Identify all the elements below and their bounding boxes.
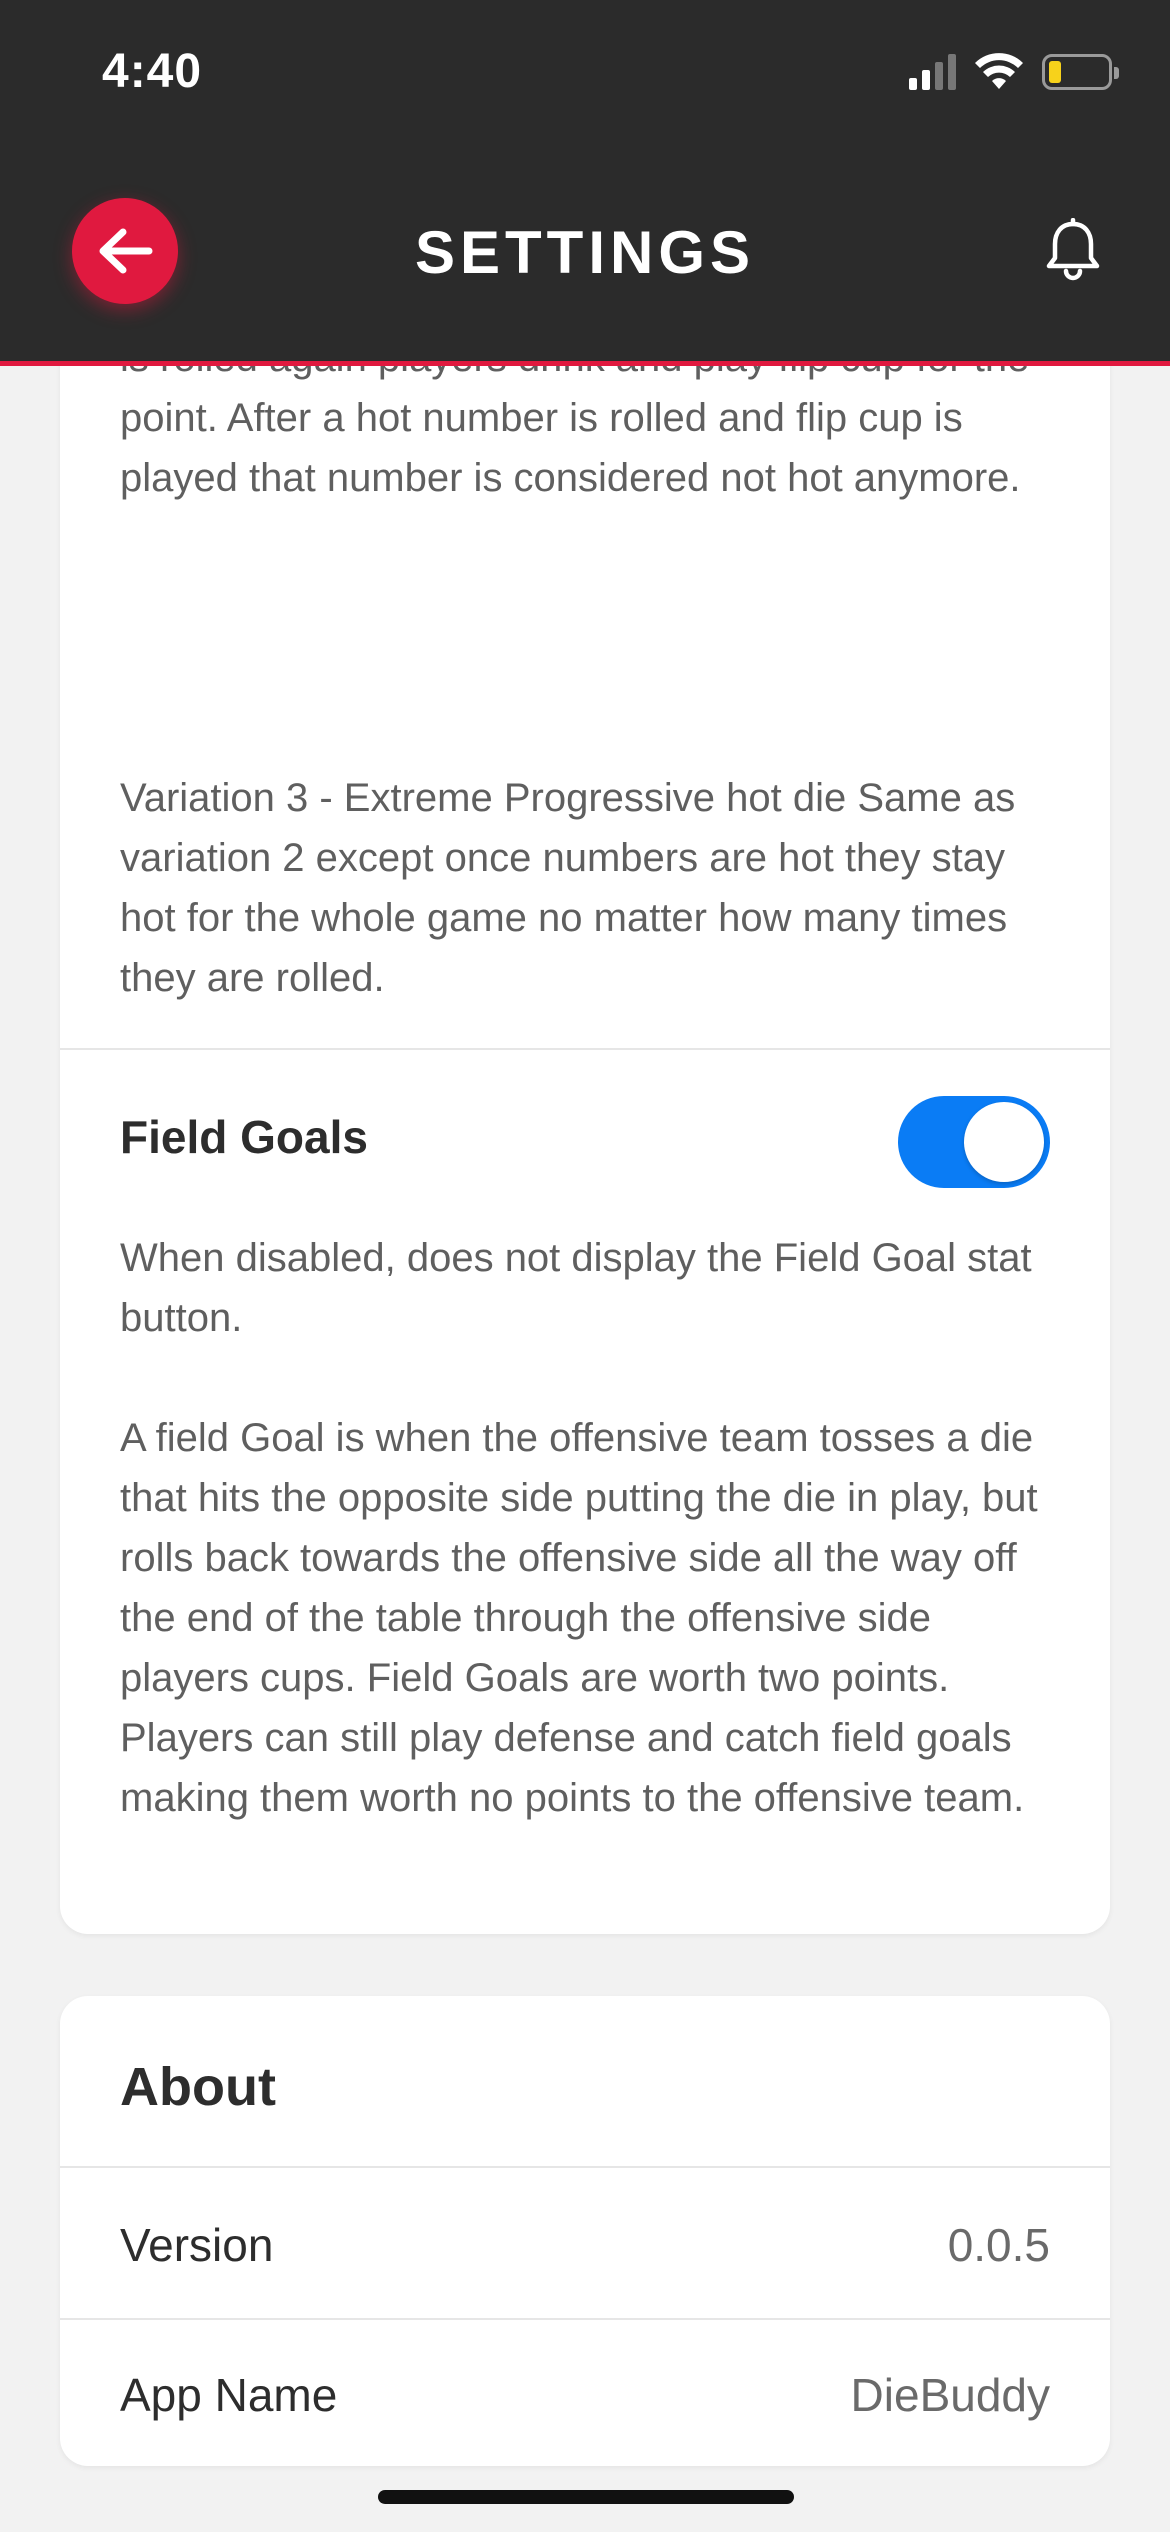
field-goals-title: Field Goals [120, 1111, 368, 1163]
wifi-icon [975, 53, 1023, 89]
field-goals-toggle[interactable] [898, 1096, 1050, 1188]
status-time: 4:40 [102, 45, 203, 98]
divider [60, 2318, 1110, 2320]
field-goals-description: When disabled, does not display the Fiel… [120, 1236, 1032, 1340]
app-name-label: App Name [120, 2369, 338, 2421]
about-title: About [120, 2057, 276, 2117]
battery-icon [1042, 54, 1119, 90]
game-settings-card: 4 always starts hot but if the die roles… [60, 216, 1110, 1934]
divider [60, 2166, 1110, 2168]
version-value: 0.0.5 [947, 2219, 1050, 2271]
status-icons [909, 52, 1119, 92]
app-name-value: DieBuddy [850, 2369, 1050, 2421]
home-indicator[interactable] [378, 2490, 794, 2504]
version-label: Version [120, 2219, 274, 2271]
divider [60, 1048, 1110, 1050]
bell-icon[interactable] [1042, 218, 1104, 284]
cellular-signal-icon [909, 54, 956, 90]
app-header: 4:40 SETTINGS [0, 0, 1170, 366]
toggle-knob [964, 1102, 1044, 1182]
page-title: SETTINGS [414, 219, 756, 286]
about-card: About Version 0.0.5 App Name DieBuddy [60, 1996, 1110, 2466]
hot-die-variation-3: Variation 3 - Extreme Progressive hot di… [120, 776, 1016, 1000]
field-goals-details: A field Goal is when the offensive team … [120, 1416, 1038, 1820]
